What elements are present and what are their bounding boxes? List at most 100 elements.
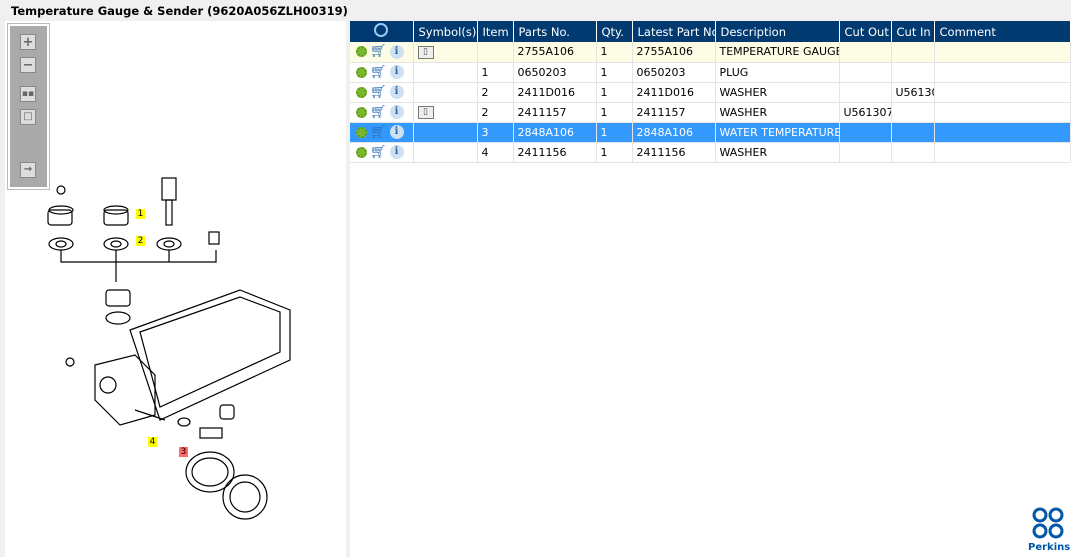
description-cell: WASHER — [715, 142, 840, 163]
parts-table-panel: Symbol(s) Item Parts No. Qty. Latest Par… — [350, 21, 1071, 557]
latest-part-no-cell: 2848A106 — [632, 122, 716, 143]
comment-cell — [934, 122, 1071, 143]
qty-cell: 1 — [596, 142, 633, 163]
item-cell: 4 — [477, 142, 514, 163]
table-row[interactable]: 🛒︎ i 1 0650203 1 0650203 PLUG — [350, 62, 1071, 83]
parts-no-cell: 2411157 — [513, 102, 597, 123]
zoom-out-icon[interactable]: − — [20, 57, 36, 73]
table-row[interactable]: 🛒︎ i 4 2411156 1 2411156 WASHER — [350, 142, 1071, 163]
latest-part-no-cell: 2411157 — [632, 102, 716, 123]
info-icon[interactable]: i — [389, 65, 404, 79]
parts-no-cell: 2755A106 — [513, 42, 597, 63]
parts-table: Symbol(s) Item Parts No. Qty. Latest Par… — [350, 21, 1071, 163]
latest-part-no-cell: 2411D016 — [632, 82, 716, 103]
column-search-icon[interactable] — [350, 21, 414, 42]
callout-1[interactable]: 1 — [136, 209, 145, 219]
cut-out-cell — [839, 142, 892, 163]
description-cell: WATER TEMPERATURE SENDER — [715, 122, 840, 143]
description-cell: TEMPERATURE GAUGE — [715, 42, 840, 63]
perkins-logo: Perkins — [1028, 507, 1071, 553]
description-cell: PLUG — [715, 62, 840, 83]
column-latest-part-no[interactable]: Latest Part No. — [632, 21, 716, 42]
cut-out-cell: U561307K — [839, 102, 892, 123]
description-cell: WASHER — [715, 82, 840, 103]
callout-3[interactable]: 3 — [179, 447, 188, 457]
cart-icon[interactable]: 🛒︎ — [370, 105, 387, 120]
info-icon[interactable]: i — [389, 125, 404, 139]
latest-part-no-cell: 0650203 — [632, 62, 716, 83]
table-row[interactable]: 🛒︎i ▯ 2 2411157 1 2411157 WASHER U561307… — [350, 102, 1071, 123]
item-cell: 2 — [477, 82, 514, 103]
cut-in-cell — [891, 62, 935, 83]
column-item[interactable]: Item — [477, 21, 514, 42]
cut-out-cell — [839, 122, 892, 143]
page-title: Temperature Gauge & Sender (9620A056ZLH0… — [11, 4, 348, 18]
item-cell: 2 — [477, 102, 514, 123]
comment-cell — [934, 142, 1071, 163]
fit-all-icon[interactable]: ▪▪ — [20, 86, 36, 102]
export-icon[interactable]: → — [20, 162, 36, 178]
item-cell: 1 — [477, 62, 514, 83]
cart-icon[interactable]: 🛒︎ — [370, 125, 387, 140]
comment-cell — [934, 62, 1071, 83]
qty-cell: 1 — [596, 62, 633, 83]
cut-in-cell — [891, 142, 935, 163]
column-description[interactable]: Description — [715, 21, 840, 42]
parts-no-cell: 2411156 — [513, 142, 597, 163]
cut-in-cell — [891, 102, 935, 123]
callout-2[interactable]: 2 — [136, 236, 145, 246]
item-cell — [477, 42, 514, 63]
options-gear-icon[interactable] — [356, 66, 367, 78]
qty-cell: 1 — [596, 42, 633, 63]
cart-icon[interactable]: 🛒︎ — [370, 44, 387, 59]
fit-window-icon[interactable]: □ — [20, 109, 36, 125]
cut-in-cell — [891, 42, 935, 63]
latest-part-no-cell: 2411156 — [632, 142, 716, 163]
column-symbols[interactable]: Symbol(s) — [413, 21, 478, 42]
logo-text: Perkins — [1028, 542, 1071, 553]
cut-in-cell: U56130 — [891, 82, 935, 103]
column-parts-no[interactable]: Parts No. — [513, 21, 597, 42]
comment-cell — [934, 102, 1071, 123]
table-row[interactable]: 🛒︎i 2 2411D016 1 2411D016 WASHER U56130 — [350, 82, 1071, 103]
column-qty[interactable]: Qty. — [596, 21, 633, 42]
info-icon[interactable]: i — [389, 145, 404, 159]
diagram-toolbar: + − ▪▪ □ → — [7, 23, 50, 190]
zoom-in-icon[interactable]: + — [20, 34, 36, 50]
table-row[interactable]: 🛒︎ i ▯ 2755A106 1 2755A106 TEMPERATURE GA… — [350, 42, 1071, 63]
table-row[interactable]: 🛒︎ i 3 2848A106 1 2848A106 WATER TEMPERAT… — [350, 122, 1071, 143]
column-cut-out[interactable]: Cut Out — [839, 21, 892, 42]
comment-cell — [934, 82, 1071, 103]
qty-cell: 1 — [596, 102, 633, 123]
info-icon[interactable]: i — [389, 85, 404, 99]
callout-4[interactable]: 4 — [148, 437, 157, 447]
column-comment[interactable]: Comment — [934, 21, 1071, 42]
options-gear-icon[interactable] — [356, 146, 367, 158]
cut-in-cell — [891, 122, 935, 143]
exploded-parts-diagram — [47, 177, 291, 520]
latest-part-no-cell: 2755A106 — [632, 42, 716, 63]
cart-icon[interactable]: 🛒︎ — [370, 65, 387, 80]
cut-out-cell — [839, 62, 892, 83]
symbol-book-icon[interactable]: ▯ — [417, 105, 434, 119]
cart-icon[interactable]: 🛒︎ — [370, 85, 387, 100]
cut-out-cell — [839, 82, 892, 103]
symbol-book-icon[interactable]: ▯ — [417, 45, 434, 59]
column-cut-in[interactable]: Cut In — [891, 21, 935, 42]
options-gear-icon[interactable] — [356, 86, 367, 98]
parts-no-cell: 2848A106 — [513, 122, 597, 143]
cut-out-cell — [839, 42, 892, 63]
options-gear-icon[interactable] — [356, 46, 367, 58]
qty-cell: 1 — [596, 82, 633, 103]
description-cell: WASHER — [715, 102, 840, 123]
item-cell: 3 — [477, 122, 514, 143]
options-gear-icon[interactable] — [356, 106, 367, 118]
comment-cell — [934, 42, 1071, 63]
info-icon[interactable]: i — [389, 44, 404, 59]
cart-icon[interactable]: 🛒︎ — [370, 145, 387, 160]
parts-no-cell: 0650203 — [513, 62, 597, 83]
parts-no-cell: 2411D016 — [513, 82, 597, 103]
qty-cell: 1 — [596, 122, 633, 143]
info-icon[interactable]: i — [389, 105, 404, 119]
options-gear-icon[interactable] — [356, 126, 367, 138]
